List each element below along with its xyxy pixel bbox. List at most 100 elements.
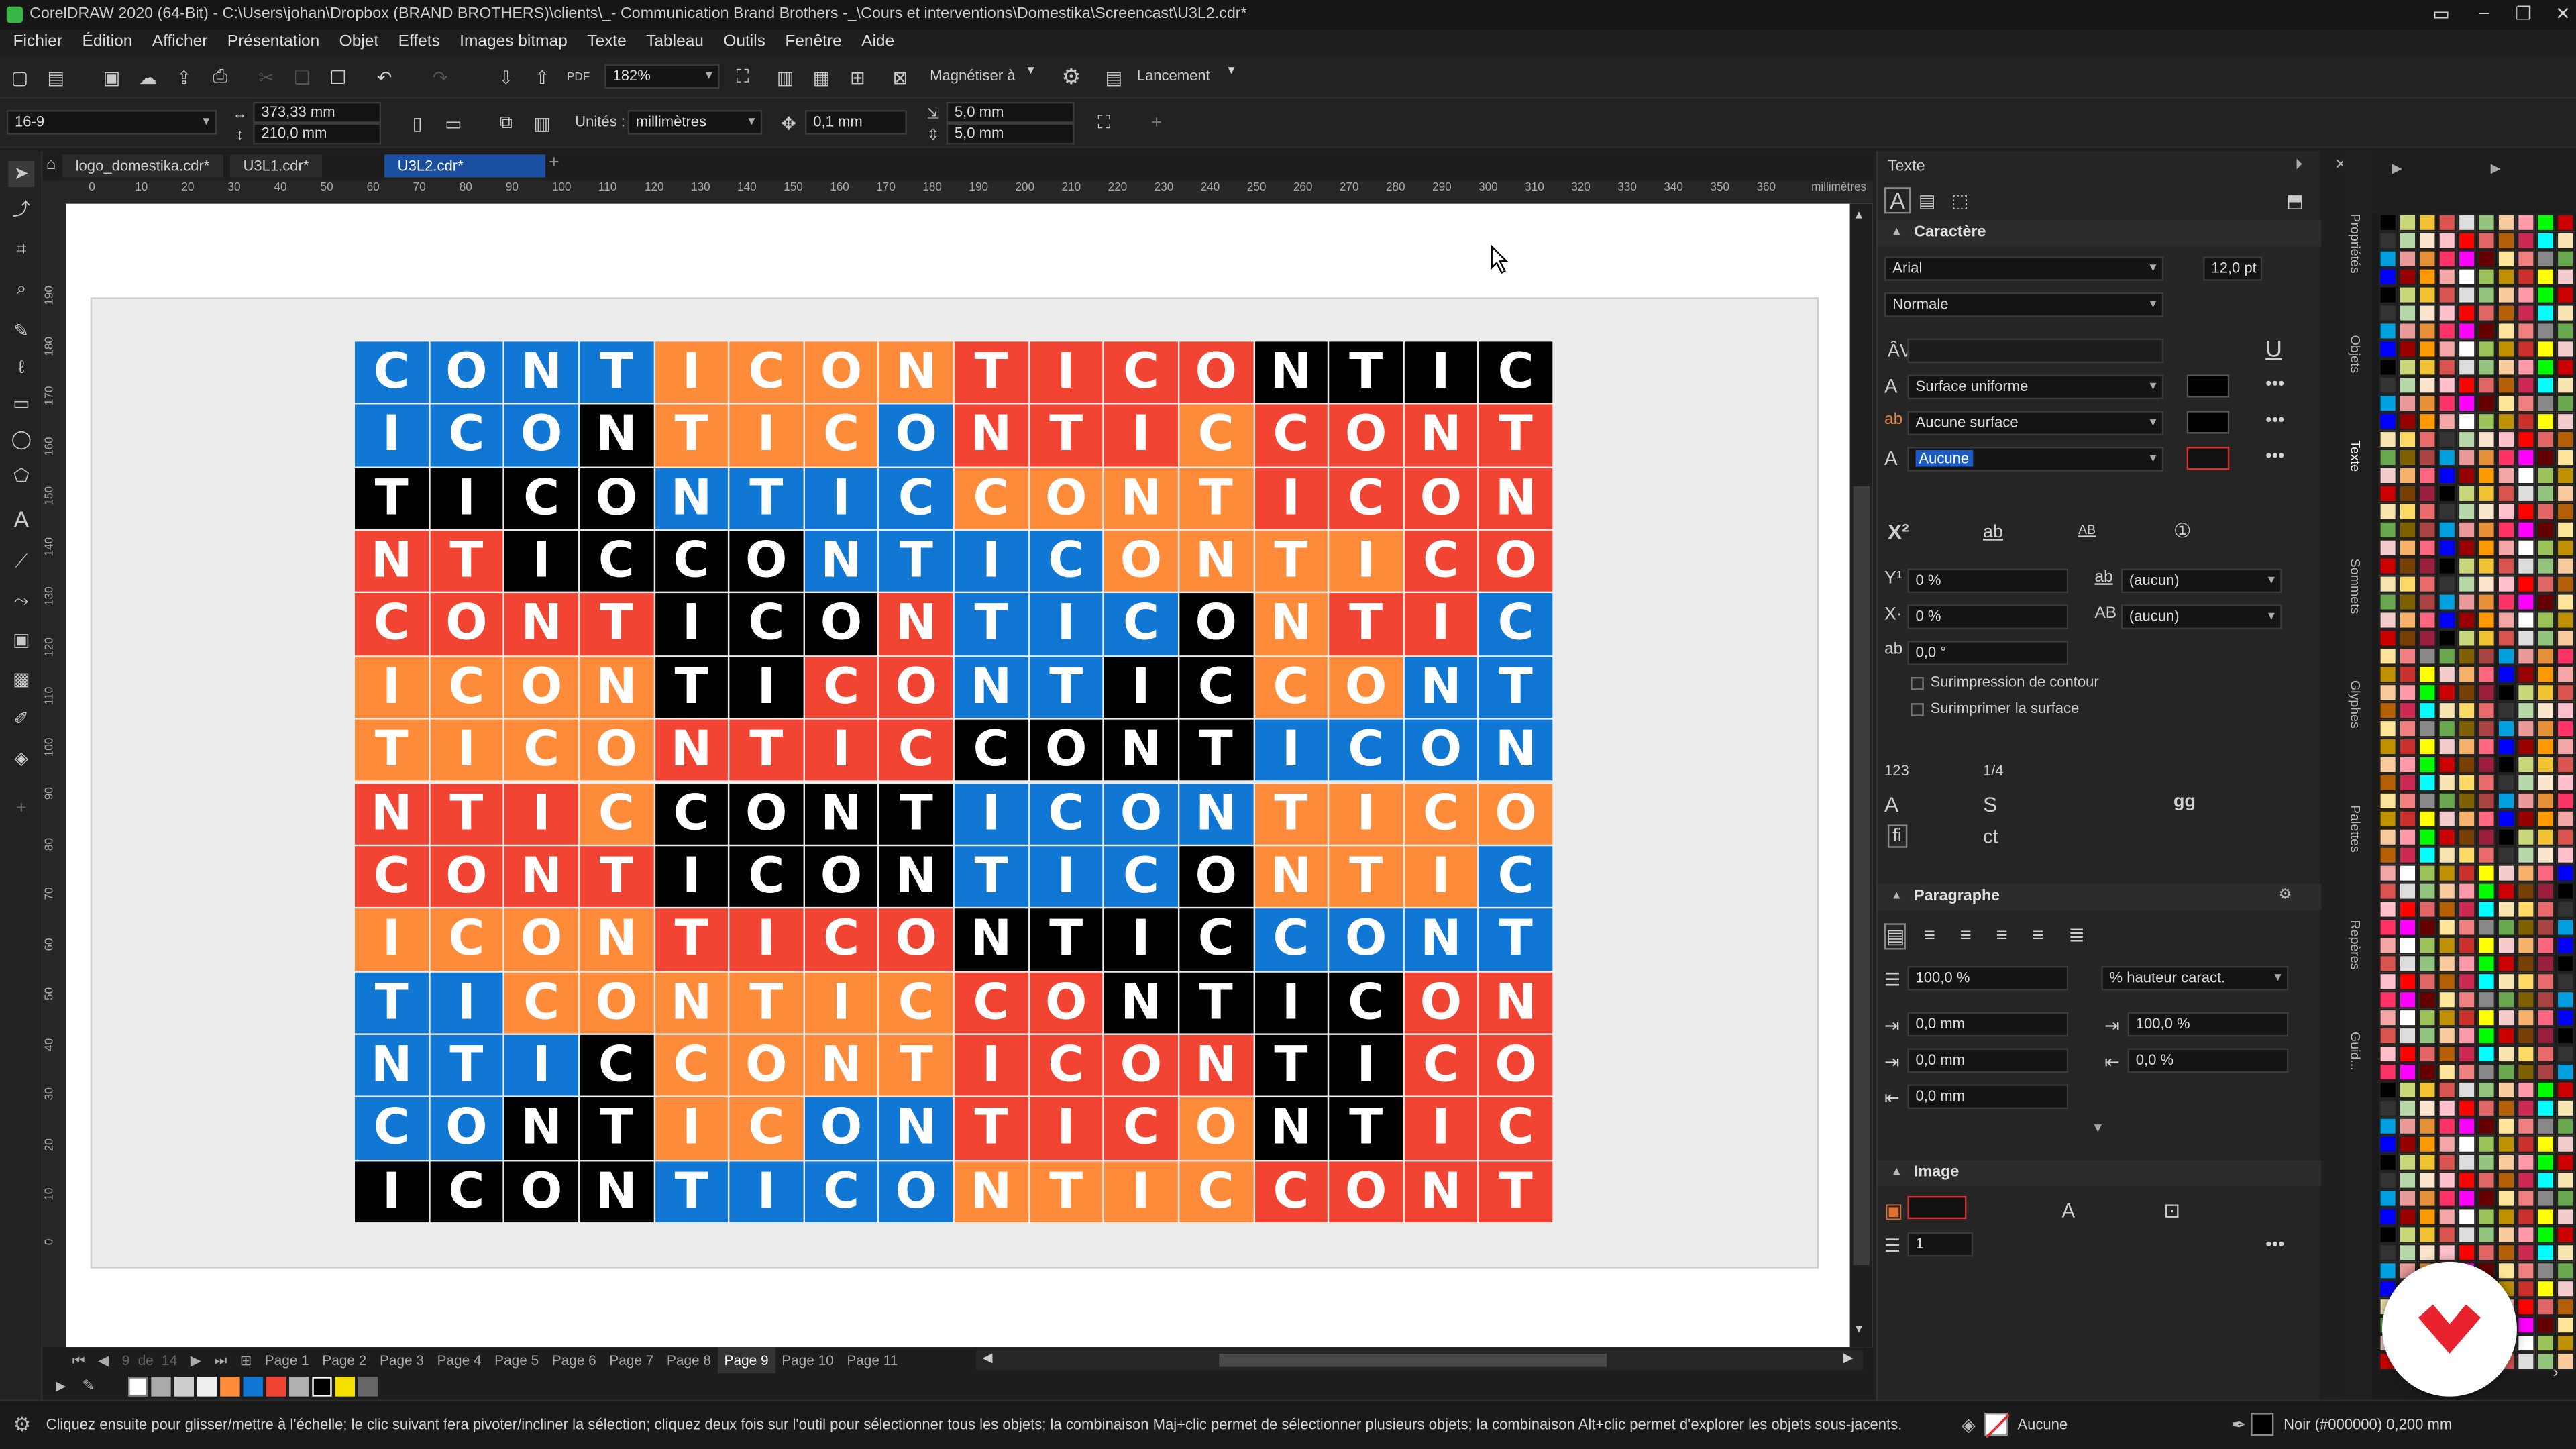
color-swatch[interactable] (2418, 647, 2436, 665)
letter-tile[interactable]: C (1404, 782, 1478, 845)
color-swatch[interactable] (2398, 864, 2417, 883)
color-swatch[interactable] (2438, 575, 2457, 594)
color-swatch[interactable] (2516, 846, 2535, 865)
new-tab-icon[interactable]: + (549, 153, 559, 172)
color-swatch[interactable] (2536, 1316, 2555, 1334)
letter-tile[interactable]: I (1404, 594, 1478, 655)
color-swatch[interactable] (2418, 810, 2436, 828)
color-swatch[interactable] (2477, 376, 2496, 394)
color-swatch[interactable] (2379, 936, 2398, 955)
color-swatch[interactable] (2438, 701, 2457, 720)
color-swatch[interactable] (2536, 1243, 2555, 1262)
color-swatch[interactable] (2418, 719, 2436, 738)
color-swatch[interactable] (2438, 792, 2457, 810)
color-swatch[interactable] (2379, 611, 2398, 629)
more-options-icon[interactable]: ••• (2265, 447, 2284, 466)
color-swatch[interactable] (2438, 864, 2457, 883)
color-swatch[interactable] (2418, 1171, 2436, 1190)
letter-tile[interactable]: N (879, 341, 953, 403)
menu-icon[interactable]: ▭ (2422, 3, 2461, 26)
color-swatch[interactable] (2398, 900, 2417, 918)
color-swatch[interactable] (2497, 954, 2516, 973)
color-swatch[interactable] (2497, 231, 2516, 250)
letter-tile[interactable]: I (729, 908, 803, 971)
color-swatch[interactable] (2556, 1153, 2575, 1172)
color-swatch[interactable] (2398, 1008, 2417, 1027)
color-swatch[interactable] (2556, 1279, 2575, 1298)
color-swatch[interactable] (2497, 1026, 2516, 1045)
letter-tile[interactable]: N (1254, 1097, 1328, 1160)
color-swatch[interactable] (2556, 701, 2575, 720)
new-document-icon[interactable]: ▢ (7, 64, 33, 91)
color-swatch[interactable] (2536, 701, 2555, 720)
color-swatch[interactable] (2398, 339, 2417, 358)
color-swatch[interactable] (2457, 755, 2476, 774)
letter-tile[interactable]: C (580, 1034, 653, 1097)
add-page-icon[interactable]: ⊞ (233, 1347, 258, 1373)
color-swatch[interactable] (2438, 286, 2457, 305)
color-swatch[interactable] (2457, 250, 2476, 268)
color-swatch[interactable] (2379, 1099, 2398, 1118)
color-swatch[interactable] (2418, 521, 2436, 539)
color-swatch[interactable] (2457, 647, 2476, 665)
color-swatch[interactable] (2457, 828, 2476, 847)
color-swatch[interactable] (2418, 1081, 2436, 1099)
letter-tile[interactable]: O (504, 1161, 578, 1223)
letter-tile[interactable]: T (1254, 1034, 1328, 1097)
text-fill-select[interactable]: Surface uniforme ▼ (1907, 374, 2164, 400)
color-swatch[interactable] (2418, 1026, 2436, 1045)
letter-tile[interactable]: T (1329, 594, 1403, 655)
color-swatch[interactable] (2477, 1008, 2496, 1027)
letter-tile[interactable]: O (580, 971, 653, 1034)
color-swatch[interactable] (2379, 918, 2398, 936)
color-swatch[interactable] (2379, 810, 2398, 828)
color-swatch[interactable] (2536, 1044, 2555, 1063)
color-swatch[interactable] (2497, 304, 2516, 323)
color-swatch[interactable] (2379, 1243, 2398, 1262)
print-icon[interactable]: ⎙ (207, 64, 233, 91)
letter-tile[interactable]: N (1254, 341, 1328, 403)
color-swatch[interactable] (2418, 1044, 2436, 1063)
color-swatch[interactable] (2516, 575, 2535, 594)
letter-tile[interactable]: N (504, 594, 578, 655)
color-swatch[interactable] (2438, 376, 2457, 394)
color-swatch[interactable] (2457, 936, 2476, 955)
color-swatch[interactable] (2438, 250, 2457, 268)
character-section-header[interactable]: ▲ Caractère (1878, 220, 2322, 247)
letter-tile[interactable]: O (429, 594, 504, 655)
letter-tile[interactable]: C (804, 908, 878, 971)
color-swatch[interactable] (2497, 339, 2516, 358)
color-swatch[interactable] (2516, 1081, 2535, 1099)
letter-tile[interactable]: C (729, 1097, 803, 1160)
letter-tile[interactable]: N (1479, 468, 1553, 529)
color-swatch[interactable] (2398, 593, 2417, 612)
page-tab-10[interactable]: Page 10 (775, 1347, 840, 1373)
letter-tile[interactable]: O (804, 1097, 878, 1160)
color-swatch[interactable] (2556, 1171, 2575, 1190)
letter-tile[interactable]: O (1329, 657, 1403, 718)
fi-ligature-icon[interactable]: fi (1887, 824, 1907, 848)
color-swatch[interactable] (2497, 828, 2516, 847)
color-swatch[interactable] (2556, 376, 2575, 394)
color-swatch[interactable] (2536, 213, 2555, 232)
nudge-distance-field[interactable]: 0,1 mm (805, 110, 907, 135)
letter-tile[interactable]: O (1479, 782, 1553, 845)
color-swatch[interactable] (2438, 1081, 2457, 1099)
color-swatch[interactable] (2438, 466, 2457, 485)
more-options-icon[interactable]: ••• (2265, 374, 2284, 394)
color-swatch[interactable] (2556, 954, 2575, 973)
letter-tile[interactable]: I (1254, 971, 1328, 1034)
color-swatch[interactable] (2536, 1225, 2555, 1244)
tab-properties[interactable]: Propriétés (2348, 213, 2363, 273)
color-swatch[interactable] (2536, 864, 2555, 883)
color-swatch[interactable] (2536, 629, 2555, 647)
color-swatch[interactable] (2379, 304, 2398, 323)
color-swatch[interactable] (2457, 611, 2476, 629)
indent-left-field[interactable]: 0,0 mm (1907, 1048, 2069, 1073)
letter-tile[interactable]: I (729, 1161, 803, 1223)
letter-tile[interactable]: C (729, 594, 803, 655)
color-swatch[interactable] (2536, 1135, 2555, 1154)
color-swatch[interactable] (2516, 1044, 2535, 1063)
letter-tile[interactable]: T (580, 594, 653, 655)
menu-texte[interactable]: Texte (578, 30, 637, 56)
